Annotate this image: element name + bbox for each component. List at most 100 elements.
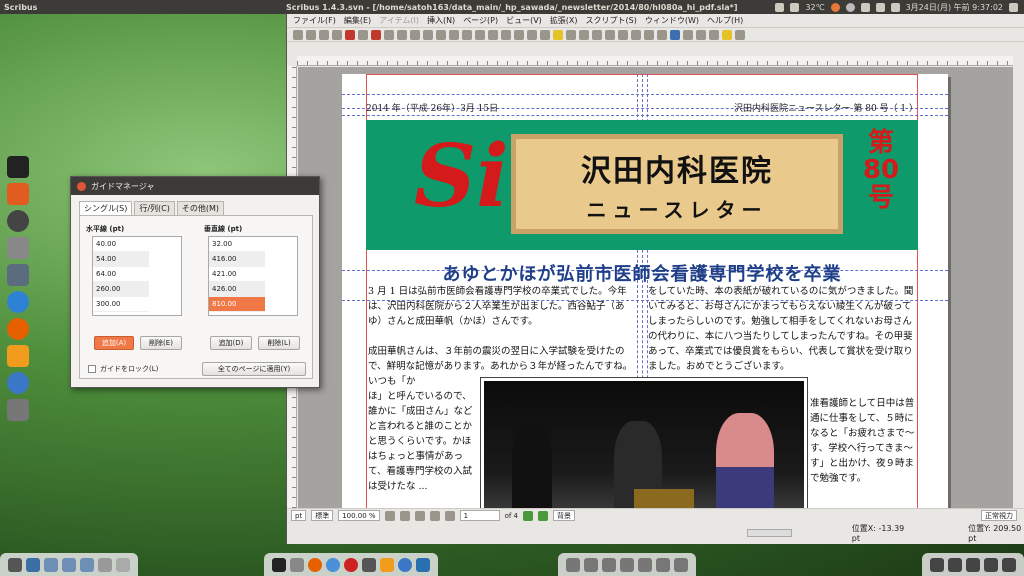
folder-icon[interactable] xyxy=(62,557,76,572)
table-icon[interactable] xyxy=(488,29,498,40)
chrome-icon[interactable] xyxy=(326,557,340,572)
list-item[interactable]: 40.00 xyxy=(93,237,149,252)
preflight-icon[interactable] xyxy=(358,29,368,40)
document-page[interactable]: 2014 年（平成 26年）3月 15日 沢田内科医院ニュースレター 第 80 … xyxy=(342,74,948,508)
pdf-combobox-icon[interactable] xyxy=(709,29,719,40)
cut-icon[interactable] xyxy=(410,29,420,40)
bluetooth-icon[interactable] xyxy=(966,557,980,572)
power-icon[interactable] xyxy=(1009,2,1018,12)
photo-viewer-icon[interactable] xyxy=(416,557,430,572)
drive-icon[interactable] xyxy=(674,557,688,572)
monitor-icon[interactable] xyxy=(790,2,800,12)
firefox-icon[interactable] xyxy=(7,318,29,340)
tab-single[interactable]: シングル(S) xyxy=(79,201,133,216)
first-page-icon[interactable] xyxy=(429,510,440,521)
paste-icon[interactable] xyxy=(436,29,446,40)
open-icon[interactable] xyxy=(306,29,316,40)
delete-horizontal-button[interactable]: 削除(E) xyxy=(140,336,182,350)
list-item[interactable]: 54.00 xyxy=(93,252,149,267)
drive-icon[interactable] xyxy=(656,557,670,572)
previous-page-icon[interactable] xyxy=(444,510,455,521)
zoom-field[interactable]: 100.00 % xyxy=(338,510,380,521)
search-icon[interactable] xyxy=(98,557,112,572)
vlc-icon[interactable] xyxy=(380,557,394,572)
list-item[interactable]: 421.00 xyxy=(209,267,265,282)
trash-icon[interactable] xyxy=(1002,557,1016,572)
list-item[interactable]: 32.00 xyxy=(209,237,265,252)
copy-icon[interactable] xyxy=(423,29,433,40)
menu-item[interactable]: アイテム(I) xyxy=(379,15,419,26)
add-vertical-button[interactable]: 追加(D) xyxy=(210,336,252,350)
pdf-text-field-icon[interactable] xyxy=(683,29,693,40)
drive-icon[interactable] xyxy=(602,557,616,572)
last-page-icon[interactable] xyxy=(538,510,549,521)
zoom-out-icon[interactable] xyxy=(384,510,395,521)
menu-script[interactable]: スクリプト(S) xyxy=(586,15,637,26)
list-item[interactable]: 300.00 xyxy=(93,297,149,312)
horizontal-ruler[interactable] xyxy=(297,56,1013,66)
edit-text-icon[interactable] xyxy=(592,29,602,40)
display-icon[interactable] xyxy=(984,557,998,572)
eyedropper-icon[interactable] xyxy=(657,29,667,40)
gimp-icon[interactable] xyxy=(362,557,376,572)
guide-horizontal[interactable] xyxy=(342,115,948,116)
list-item-selected[interactable]: 810.00 xyxy=(209,297,265,312)
thunderbird-icon[interactable] xyxy=(7,372,29,394)
menu-edit[interactable]: 編集(E) xyxy=(344,15,371,26)
list-item[interactable]: 260.00 xyxy=(93,282,149,297)
ubuntu-software-icon[interactable] xyxy=(7,183,29,205)
temperature[interactable]: 32℃ xyxy=(805,3,824,12)
menu-view[interactable]: ビュー(V) xyxy=(506,15,542,26)
checkbox-box[interactable] xyxy=(88,365,96,373)
delete-vertical-button[interactable]: 削除(L) xyxy=(258,336,300,350)
menu-page[interactable]: ページ(P) xyxy=(463,15,498,26)
text-column-right-narrow[interactable]: 准看護師として日中は普通に仕事をして、５時になると「お疲れさまで～す、学校へ行っ… xyxy=(810,396,918,501)
copy-properties-icon[interactable] xyxy=(644,29,654,40)
opera-icon[interactable] xyxy=(344,557,358,572)
unit-select[interactable]: pt xyxy=(291,510,307,521)
tab-rows-columns[interactable]: 行/列(C) xyxy=(134,201,175,216)
pdf-button-icon[interactable] xyxy=(670,29,680,40)
layer-select[interactable]: 背景 xyxy=(553,510,576,521)
drive-icon[interactable] xyxy=(566,557,580,572)
volume-icon[interactable] xyxy=(890,2,900,12)
title-banner[interactable]: Si 沢田内科医院 ニュースレター 第 80 号 xyxy=(366,120,918,250)
zoom-100-icon[interactable] xyxy=(399,510,410,521)
terminal-icon[interactable] xyxy=(7,156,29,178)
document-canvas[interactable]: 2014 年（平成 26年）3月 15日 沢田内科医院ニュースレター 第 80 … xyxy=(298,67,1013,508)
visual-appearance-select[interactable]: 正常視力 xyxy=(981,510,1017,521)
menu-file[interactable]: ファイル(F) xyxy=(293,15,336,26)
mode-select[interactable]: 標準 xyxy=(311,510,334,521)
headline[interactable]: あゆとかほが弘前市医師会看護専門学校を卒業 xyxy=(366,260,918,286)
workspace-icon[interactable] xyxy=(26,557,40,572)
add-horizontal-button[interactable]: 追加(A) xyxy=(94,336,134,350)
select-icon[interactable] xyxy=(449,29,459,40)
image-frame-icon[interactable] xyxy=(475,29,485,40)
menu-window[interactable]: ウィンドウ(W) xyxy=(645,15,699,26)
vlc-icon[interactable] xyxy=(7,345,29,367)
drive-icon[interactable] xyxy=(638,557,652,572)
zoom-icon[interactable] xyxy=(579,29,589,40)
freehand-icon[interactable] xyxy=(553,29,563,40)
bezier-icon[interactable] xyxy=(540,29,550,40)
undo-icon[interactable] xyxy=(384,29,394,40)
files-icon[interactable] xyxy=(7,399,29,421)
ubuntu-one-icon[interactable] xyxy=(830,2,840,12)
terminal-icon[interactable] xyxy=(272,557,286,572)
text-editor-icon[interactable] xyxy=(116,557,130,572)
graduation-photo[interactable] xyxy=(480,377,808,508)
dropbox-icon[interactable] xyxy=(775,2,785,12)
shape-icon[interactable] xyxy=(501,29,511,40)
export-pdf-icon[interactable] xyxy=(371,29,381,40)
save-icon[interactable] xyxy=(319,29,329,40)
new-document-icon[interactable] xyxy=(293,29,303,40)
folder-icon[interactable] xyxy=(80,557,94,572)
clock[interactable]: 3月24日(月) 午前 9:37:02 xyxy=(906,2,1003,13)
inkscape-icon[interactable] xyxy=(7,210,29,232)
chromium-icon[interactable] xyxy=(7,291,29,313)
drive-icon[interactable] xyxy=(620,557,634,572)
folder-icon[interactable] xyxy=(44,557,58,572)
close-icon[interactable] xyxy=(77,181,86,191)
list-item[interactable]: 64.00 xyxy=(93,267,149,282)
apply-all-pages-button[interactable]: 全てのページに適用(Y) xyxy=(202,362,306,376)
